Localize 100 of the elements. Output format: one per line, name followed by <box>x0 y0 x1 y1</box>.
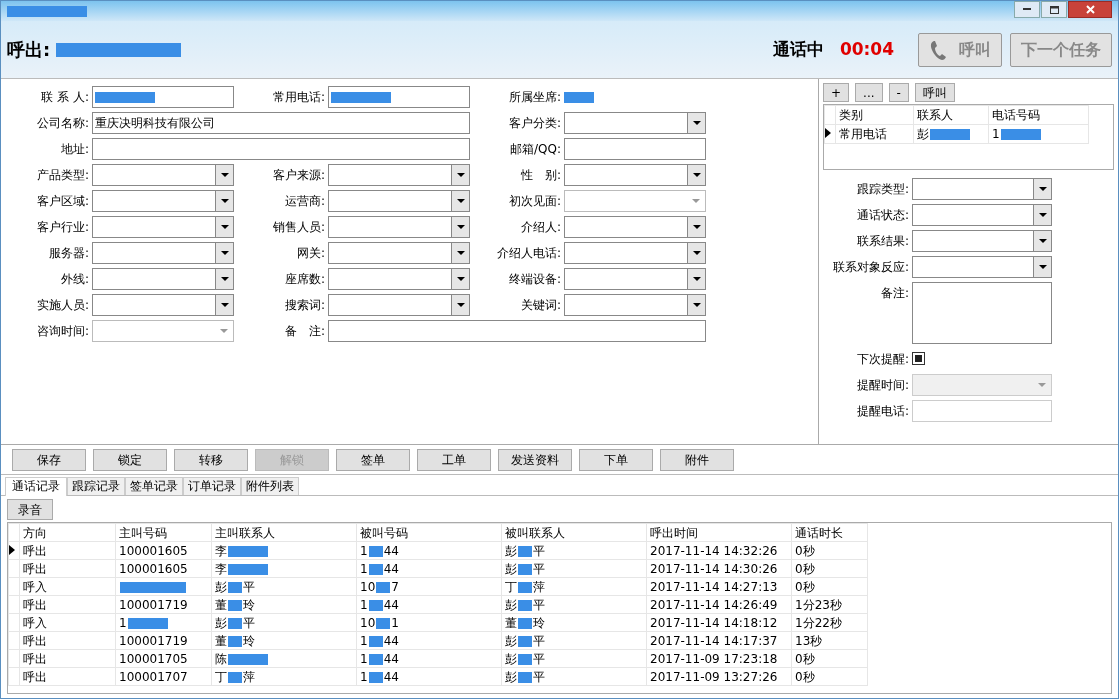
toolbar-button[interactable]: ... <box>855 83 883 102</box>
input-field[interactable] <box>328 320 706 342</box>
field-label: 联 系 人: <box>40 89 89 106</box>
toolbar-button[interactable]: + <box>823 83 850 102</box>
dropdown-field[interactable] <box>92 242 234 264</box>
dropdown-field[interactable] <box>328 216 470 238</box>
caret-icon <box>220 199 229 203</box>
table-cell: 2017-11-14 14:17:37 <box>646 631 792 650</box>
column-header: 呼出时间 <box>646 523 792 542</box>
field-label: 提醒时间: <box>855 377 909 394</box>
action-button[interactable]: 附件 <box>660 448 734 471</box>
phone-icon <box>929 38 949 61</box>
dropdown-field[interactable] <box>92 294 234 316</box>
dropdown-field[interactable] <box>328 268 470 290</box>
table-cell: 呼入 <box>19 613 116 632</box>
dropdown-field[interactable] <box>912 204 1052 226</box>
action-button[interactable]: 签单 <box>336 448 410 471</box>
dropdown-field[interactable] <box>328 164 470 186</box>
dropdown-field[interactable] <box>564 242 706 264</box>
action-button[interactable]: 下单 <box>579 448 653 471</box>
field-label: 关键词: <box>519 297 561 314</box>
field-label: 销售人员: <box>271 219 325 236</box>
table-cell: 10 1 <box>356 613 502 632</box>
dropdown-field[interactable] <box>912 178 1052 200</box>
dropdown-field[interactable] <box>564 268 706 290</box>
caret-icon <box>220 173 229 177</box>
action-button[interactable]: 转移 <box>174 448 248 471</box>
checkbox[interactable] <box>912 352 925 365</box>
maximize-button[interactable] <box>1041 1 1067 18</box>
record-button[interactable]: 录音 <box>7 499 53 520</box>
dropdown-field[interactable] <box>328 294 470 316</box>
field-label: 跟踪类型: <box>855 181 909 198</box>
table-cell: 1分23秒 <box>791 595 868 614</box>
dropdown-field[interactable] <box>564 164 706 186</box>
toolbar-button[interactable]: 呼叫 <box>914 83 955 102</box>
dropdown-field[interactable] <box>92 320 234 342</box>
input-field[interactable] <box>92 138 470 160</box>
caret-icon <box>1038 187 1047 191</box>
close-button[interactable] <box>1068 1 1112 18</box>
tab[interactable]: 附件列表 <box>241 477 299 495</box>
field-label: 服务器: <box>47 245 89 262</box>
table-cell: 2017-11-14 14:32:26 <box>646 541 792 560</box>
input-field[interactable] <box>328 86 470 108</box>
field-label: 下次提醒: <box>855 351 909 368</box>
table-cell: 2017-11-14 14:26:49 <box>646 595 792 614</box>
table-cell: 2017-11-14 14:18:12 <box>646 613 792 632</box>
caret-icon <box>220 303 229 307</box>
dropdown-field[interactable] <box>92 216 234 238</box>
action-button[interactable]: 工单 <box>417 448 491 471</box>
field-label: 咨询时间: <box>35 323 89 340</box>
tab[interactable]: 订单记录 <box>183 477 241 495</box>
caret-icon <box>1038 265 1047 269</box>
dropdown-field[interactable] <box>92 268 234 290</box>
table-cell: 100001719 <box>115 595 212 614</box>
field-label: 联系对象反应: <box>831 259 909 276</box>
dropdown-field[interactable] <box>328 190 470 212</box>
field-label: 实施人员: <box>35 297 89 314</box>
tab[interactable]: 签单记录 <box>125 477 183 495</box>
table-cell: 1 44 <box>356 649 502 668</box>
column-header: 电话号码 <box>988 105 1089 125</box>
field-label: 搜索词: <box>283 297 325 314</box>
dropdown-field[interactable] <box>912 230 1052 252</box>
input-field[interactable] <box>92 86 234 108</box>
call-direction-label: 呼出: <box>7 38 51 62</box>
caret-icon <box>1038 213 1047 217</box>
field-label: 客户来源: <box>271 167 325 184</box>
table-cell: 1 44 <box>356 595 502 614</box>
input-field[interactable] <box>564 138 706 160</box>
field-label: 座席数: <box>283 271 325 288</box>
dropdown-field[interactable] <box>912 256 1052 278</box>
dropdown-field[interactable] <box>564 216 706 238</box>
memo-field[interactable] <box>912 282 1052 344</box>
table-cell: 100001705 <box>115 649 212 668</box>
field-label: 外线: <box>59 271 89 288</box>
table-cell: 董 玲 <box>211 595 357 614</box>
column-header: 被叫号码 <box>356 523 502 542</box>
dropdown-field[interactable] <box>328 242 470 264</box>
caret-icon <box>692 225 701 229</box>
minimize-button[interactable] <box>1014 1 1040 18</box>
dropdown-field[interactable] <box>564 112 706 134</box>
action-button[interactable]: 发送资料 <box>498 448 572 471</box>
caret-icon <box>456 277 465 281</box>
table-cell: 呼出 <box>19 559 116 578</box>
minimize-icon <box>1023 8 1031 11</box>
caret-icon <box>220 251 229 255</box>
tab[interactable]: 通话记录 <box>5 477 67 496</box>
toolbar-button[interactable]: - <box>888 83 909 102</box>
dropdown-field[interactable] <box>564 294 706 316</box>
column-header: 主叫号码 <box>115 523 212 542</box>
input-field[interactable]: 重庆决明科技有限公司 <box>92 112 470 134</box>
dropdown-field[interactable] <box>92 190 234 212</box>
dropdown-field[interactable] <box>92 164 234 186</box>
tab[interactable]: 跟踪记录 <box>67 477 125 495</box>
caret-icon <box>220 225 229 229</box>
table-cell: 彭 平 <box>501 667 647 686</box>
table-cell: 丁 萍 <box>211 667 357 686</box>
action-button[interactable]: 锁定 <box>93 448 167 471</box>
table-cell: 2017-11-09 17:23:18 <box>646 649 792 668</box>
dropdown-field[interactable] <box>564 190 706 212</box>
action-button[interactable]: 保存 <box>12 448 86 471</box>
